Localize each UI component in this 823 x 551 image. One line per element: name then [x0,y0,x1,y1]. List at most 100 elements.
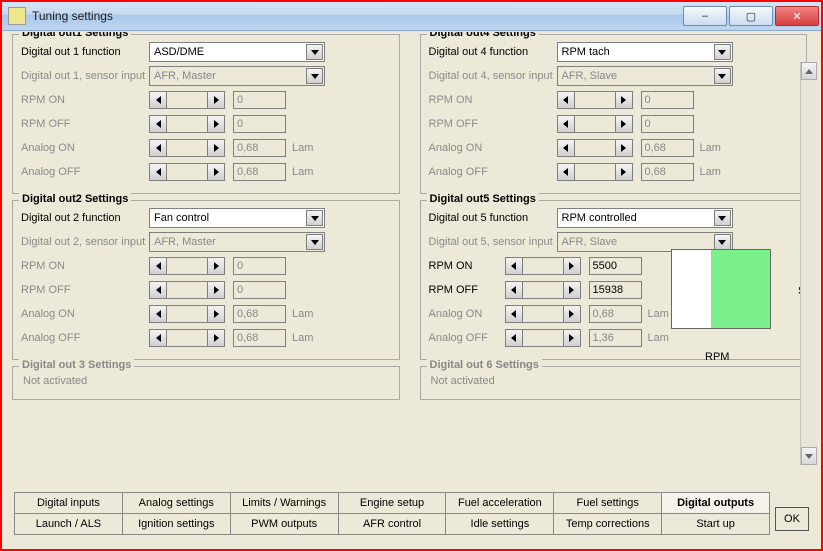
decrement-button[interactable] [149,163,167,181]
decrement-button[interactable] [149,115,167,133]
increment-button[interactable] [207,139,225,157]
unit-label: Lam [292,332,313,344]
sensor-label: Digital out 4, sensor input [429,70,557,82]
titlebar[interactable]: Tuning settings – ▢ ✕ [2,2,821,31]
group-digital-out4: Digital out4 Settings Digital out 4 func… [420,34,808,194]
increment-button[interactable] [207,281,225,299]
increment-button[interactable] [207,305,225,323]
analog-off-spinner[interactable] [557,163,633,181]
scroll-down-button[interactable] [801,447,817,465]
window-title: Tuning settings [32,9,681,23]
decrement-button[interactable] [557,91,575,109]
group-digital-out1: Digital out1 Settings Digital out 1 func… [12,34,400,194]
analog-off-label: Analog OFF [429,166,557,178]
increment-button[interactable] [563,281,581,299]
analog-off-spinner[interactable] [149,329,225,347]
func-combo[interactable]: Fan control [149,208,325,228]
func-combo[interactable]: RPM controlled [557,208,733,228]
tab-fuel-acceleration[interactable]: Fuel acceleration [445,492,554,514]
increment-button[interactable] [563,305,581,323]
increment-button[interactable] [207,257,225,275]
analog-on-spinner[interactable] [505,305,581,323]
decrement-button[interactable] [505,257,523,275]
increment-button[interactable] [563,257,581,275]
analog-on-spinner[interactable] [149,139,225,157]
increment-button[interactable] [563,329,581,347]
decrement-button[interactable] [557,115,575,133]
analog-off-label: Analog OFF [429,332,505,344]
tab-afr-control[interactable]: AFR control [338,513,447,535]
analog-on-spinner[interactable] [557,139,633,157]
analog-off-value: 0,68 [233,329,286,347]
not-activated-label: Not activated [429,371,799,391]
tab-temp-corrections[interactable]: Temp corrections [553,513,662,535]
close-button[interactable]: ✕ [775,6,819,26]
tab-strip: Digital inputsAnalog settingsLimits / Wa… [14,493,769,535]
increment-button[interactable] [207,329,225,347]
tab-digital-inputs[interactable]: Digital inputs [14,492,123,514]
group-legend: Digital out2 Settings [19,193,131,205]
increment-button[interactable] [615,91,633,109]
scroll-up-button[interactable] [801,62,817,80]
tab-ignition-settings[interactable]: Ignition settings [122,513,231,535]
decrement-button[interactable] [505,329,523,347]
func-label: Digital out 5 function [429,212,557,224]
vertical-scrollbar[interactable] [800,62,817,465]
tab-pwm-outputs[interactable]: PWM outputs [230,513,339,535]
tab-digital-outputs[interactable]: Digital outputs [661,492,770,514]
chevron-down-icon[interactable] [306,210,323,226]
tab-idle-settings[interactable]: Idle settings [445,513,554,535]
func-combo[interactable]: ASD/DME [149,42,325,62]
analog-on-value: 0,68 [233,139,286,157]
chevron-down-icon[interactable] [714,44,731,60]
increment-button[interactable] [207,91,225,109]
decrement-button[interactable] [149,139,167,157]
rpm-off-spinner[interactable] [557,115,633,133]
decrement-button[interactable] [149,281,167,299]
decrement-button[interactable] [557,163,575,181]
decrement-button[interactable] [557,139,575,157]
sensor-combo: AFR, Slave [557,66,733,86]
analog-on-value: 0,68 [641,139,694,157]
tab-launch-als[interactable]: Launch / ALS [14,513,123,535]
increment-button[interactable] [615,139,633,157]
ok-button[interactable]: OK [775,507,809,531]
minimize-button[interactable]: – [683,6,727,26]
increment-button[interactable] [207,115,225,133]
tab-analog-settings[interactable]: Analog settings [122,492,231,514]
rpm-on-spinner[interactable] [505,257,581,275]
graph-bottom-label: RPM [705,351,729,363]
rpm-on-spinner[interactable] [557,91,633,109]
chevron-down-icon[interactable] [306,44,323,60]
decrement-button[interactable] [149,329,167,347]
analog-off-spinner[interactable] [505,329,581,347]
decrement-button[interactable] [149,257,167,275]
chevron-down-icon[interactable] [714,210,731,226]
rpm-on-spinner[interactable] [149,257,225,275]
rpm-off-spinner[interactable] [505,281,581,299]
unit-label: Lam [700,142,721,154]
maximize-button[interactable]: ▢ [729,6,773,26]
increment-button[interactable] [615,115,633,133]
tab-start-up[interactable]: Start up [661,513,770,535]
analog-on-label: Analog ON [429,308,505,320]
decrement-button[interactable] [505,281,523,299]
rpm-off-spinner[interactable] [149,281,225,299]
rpm-off-value: 0 [233,115,286,133]
analog-on-spinner[interactable] [149,305,225,323]
tab-fuel-settings[interactable]: Fuel settings [553,492,662,514]
tab-engine-setup[interactable]: Engine setup [338,492,447,514]
increment-button[interactable] [207,163,225,181]
chevron-down-icon [306,234,323,250]
rpm-off-spinner[interactable] [149,115,225,133]
decrement-button[interactable] [149,305,167,323]
analog-off-spinner[interactable] [149,163,225,181]
decrement-button[interactable] [149,91,167,109]
func-combo[interactable]: RPM tach [557,42,733,62]
analog-on-value: 0,68 [589,305,642,323]
rpm-on-spinner[interactable] [149,91,225,109]
increment-button[interactable] [615,163,633,181]
tab-limits-warnings[interactable]: Limits / Warnings [230,492,339,514]
decrement-button[interactable] [505,305,523,323]
group-digital-out5: Digital out5 Settings Digital out 5 func… [420,200,808,360]
